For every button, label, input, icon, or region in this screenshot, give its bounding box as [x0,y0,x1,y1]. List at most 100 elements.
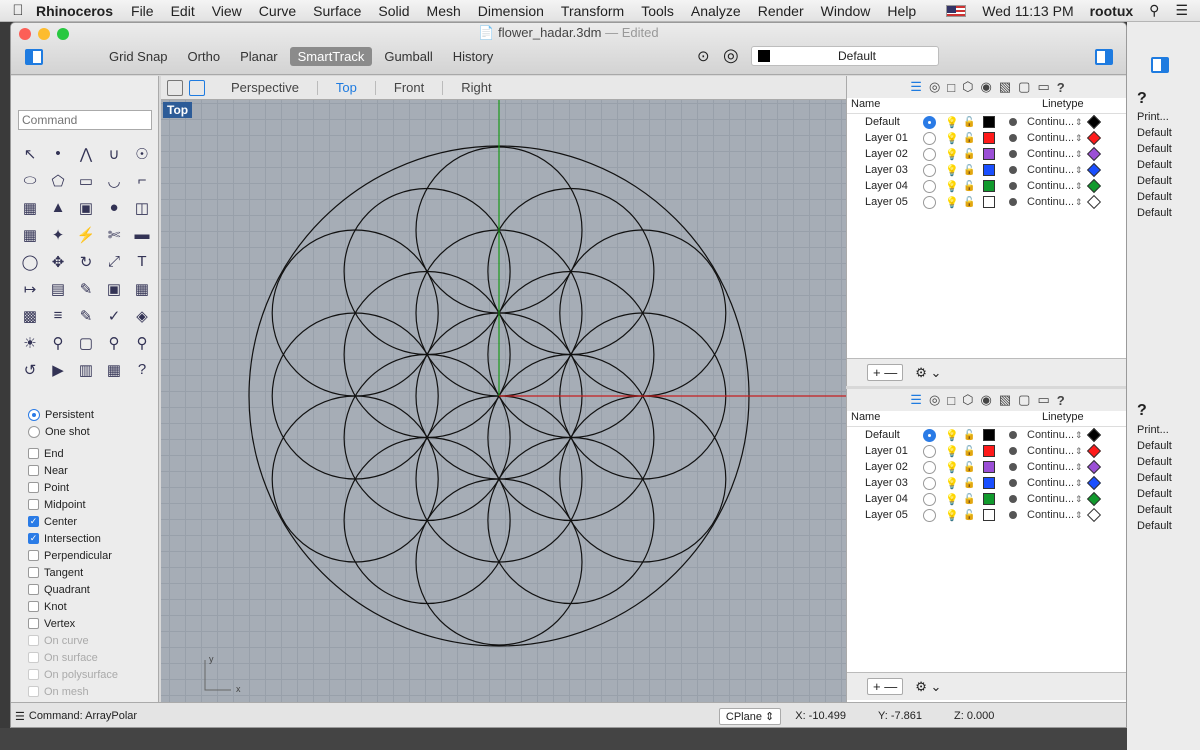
tab-perspective[interactable]: Perspective [213,80,318,95]
add-remove-layer-button[interactable]: + — [867,364,904,381]
material-icon[interactable] [1009,495,1017,503]
help-tab-icon[interactable]: ? [1057,80,1065,95]
col-name[interactable]: Name [847,98,1042,113]
current-layer-radio[interactable] [923,115,936,129]
layer-color-swatch[interactable] [983,477,995,489]
materials-tab-icon[interactable]: ▧ [999,79,1011,95]
material-icon[interactable] [1009,118,1017,126]
layer-row[interactable]: Layer 01 💡 🔓 Continu... ⇕ [847,130,1126,146]
visibility-bulb-icon[interactable]: 💡 [945,116,959,129]
zoom-selected-tool-icon[interactable]: ⚲ [128,329,156,356]
four-view-layout-icon[interactable] [167,79,183,96]
command-input[interactable] [18,110,152,130]
menu-help[interactable]: Help [887,3,916,19]
current-layer-radio[interactable] [923,131,936,145]
material-icon[interactable] [1009,134,1017,142]
layer-name[interactable]: Default [847,116,923,128]
linetype-label[interactable]: Continu... [1027,196,1075,208]
fillet-tool-icon[interactable]: ⌐ [128,167,156,194]
print-color-diamond-icon[interactable] [1086,146,1102,162]
grid-snap-toggle[interactable]: Grid Snap [101,47,176,66]
notes-tab-icon[interactable]: □ [947,80,955,95]
linetype-label[interactable]: Continu... [1027,116,1075,128]
app-menu[interactable]: Rhinoceros [36,3,113,19]
linetype-label[interactable]: Continu... [1027,132,1075,144]
linetype-label[interactable]: Continu... [1027,164,1075,176]
walk-tool-icon[interactable]: ▶ [44,356,72,383]
check-tool-icon[interactable]: ✓ [100,302,128,329]
menu-file[interactable]: File [131,3,154,19]
linetype-label[interactable]: Continu... [1027,477,1075,489]
linetype-stepper-icon[interactable]: ⇕ [1075,165,1085,176]
layout-tab-icon[interactable]: ▢ [1018,79,1030,95]
lock-icon[interactable]: 🔓 [963,133,975,144]
current-layer-radio[interactable] [923,179,936,193]
material-icon[interactable] [1009,198,1017,206]
trim-tool-icon[interactable]: ✄ [100,221,128,248]
print-color-diamond-icon[interactable] [1086,178,1102,194]
print-color-diamond-icon[interactable] [1086,459,1102,475]
lock-icon[interactable]: 🔓 [963,197,975,208]
toggle-sidebar-right-icon[interactable] [1095,49,1113,65]
transform-tool-icon[interactable]: ✦ [44,221,72,248]
layer-row[interactable]: Layer 04 💡 🔓 Continu... ⇕ [847,178,1126,194]
material-icon[interactable] [1009,150,1017,158]
materials-tab-icon[interactable]: ▧ [999,392,1011,408]
menu-dimension[interactable]: Dimension [478,3,544,19]
layer-row[interactable]: Layer 03 💡 🔓 Continu... ⇕ [847,162,1126,178]
lock-icon[interactable]: 🔓 [963,117,975,128]
linetype-stepper-icon[interactable]: ⇕ [1075,446,1085,457]
layer-row[interactable]: Layer 04 💡 🔓 Continu... ⇕ [847,491,1126,507]
current-layer-radio[interactable] [923,195,936,209]
linetype-label[interactable]: Continu... [1027,148,1075,160]
osnap-end[interactable]: End [28,445,118,462]
menu-curve[interactable]: Curve [259,3,296,19]
lock-icon[interactable]: 🔓 [963,165,975,176]
lock-icon[interactable]: 🔓 [963,510,975,521]
osnap-vertex[interactable]: Vertex [28,615,118,632]
col-linetype[interactable]: Linetype [1042,98,1084,113]
edit-tool-icon[interactable]: ✎ [72,275,100,302]
clipping-tool-icon[interactable]: ▥ [72,356,100,383]
menu-tools[interactable]: Tools [641,3,674,19]
col-linetype[interactable]: Linetype [1042,411,1084,426]
paint-tool-icon[interactable]: ✎ [72,302,100,329]
linetype-label[interactable]: Continu... [1027,445,1075,457]
menu-mesh[interactable]: Mesh [427,3,461,19]
display-tab-icon[interactable]: ▭ [1037,79,1049,95]
scale-tool-icon[interactable]: ⤢ [100,248,128,275]
visibility-bulb-icon[interactable]: 💡 [945,509,959,522]
cplane-dropdown[interactable]: CPlane ⇕ [718,707,782,725]
add-remove-layer-button[interactable]: + — [867,678,904,695]
array-tool-icon[interactable]: ▦ [128,275,156,302]
layer-color-swatch[interactable] [983,461,995,473]
col-name[interactable]: Name [847,411,1042,426]
apple-icon[interactable]:  [0,2,36,19]
material-icon[interactable] [1009,479,1017,487]
dimension-tool-icon[interactable]: ↦ [16,275,44,302]
layer-row[interactable]: Layer 01 💡 🔓 Continu... ⇕ [847,443,1126,459]
layers-tab-icon[interactable]: ☰ [910,79,922,95]
print-color-diamond-icon[interactable] [1086,162,1102,178]
plane-tool-icon[interactable]: ▬ [128,221,156,248]
filter-icon[interactable]: ⊙ [697,47,710,65]
menu-surface[interactable]: Surface [313,3,361,19]
print-color-diamond-icon[interactable] [1086,114,1102,130]
layer-name[interactable]: Layer 05 [847,196,923,208]
print-color-diamond-icon[interactable] [1086,475,1102,491]
help-tab-icon[interactable]: ? [1057,393,1065,408]
analyze-tool-icon[interactable]: ◈ [128,302,156,329]
menu-transform[interactable]: Transform [561,3,624,19]
material-icon[interactable] [1009,463,1017,471]
layer-name[interactable]: Layer 03 [847,477,923,489]
mesh-tool-icon[interactable]: ▦ [16,221,44,248]
layer-color-swatch[interactable] [983,180,995,192]
linetype-label[interactable]: Continu... [1027,461,1075,473]
zoom-window-tool-icon[interactable]: ▢ [72,329,100,356]
layer-name[interactable]: Layer 04 [847,180,923,192]
osnap-near[interactable]: Near [28,462,118,479]
light-tool-icon[interactable]: ☀ [16,329,44,356]
current-layer-radio[interactable] [923,492,936,506]
planar-toggle[interactable]: Planar [232,47,286,66]
tab-right[interactable]: Right [443,80,509,95]
